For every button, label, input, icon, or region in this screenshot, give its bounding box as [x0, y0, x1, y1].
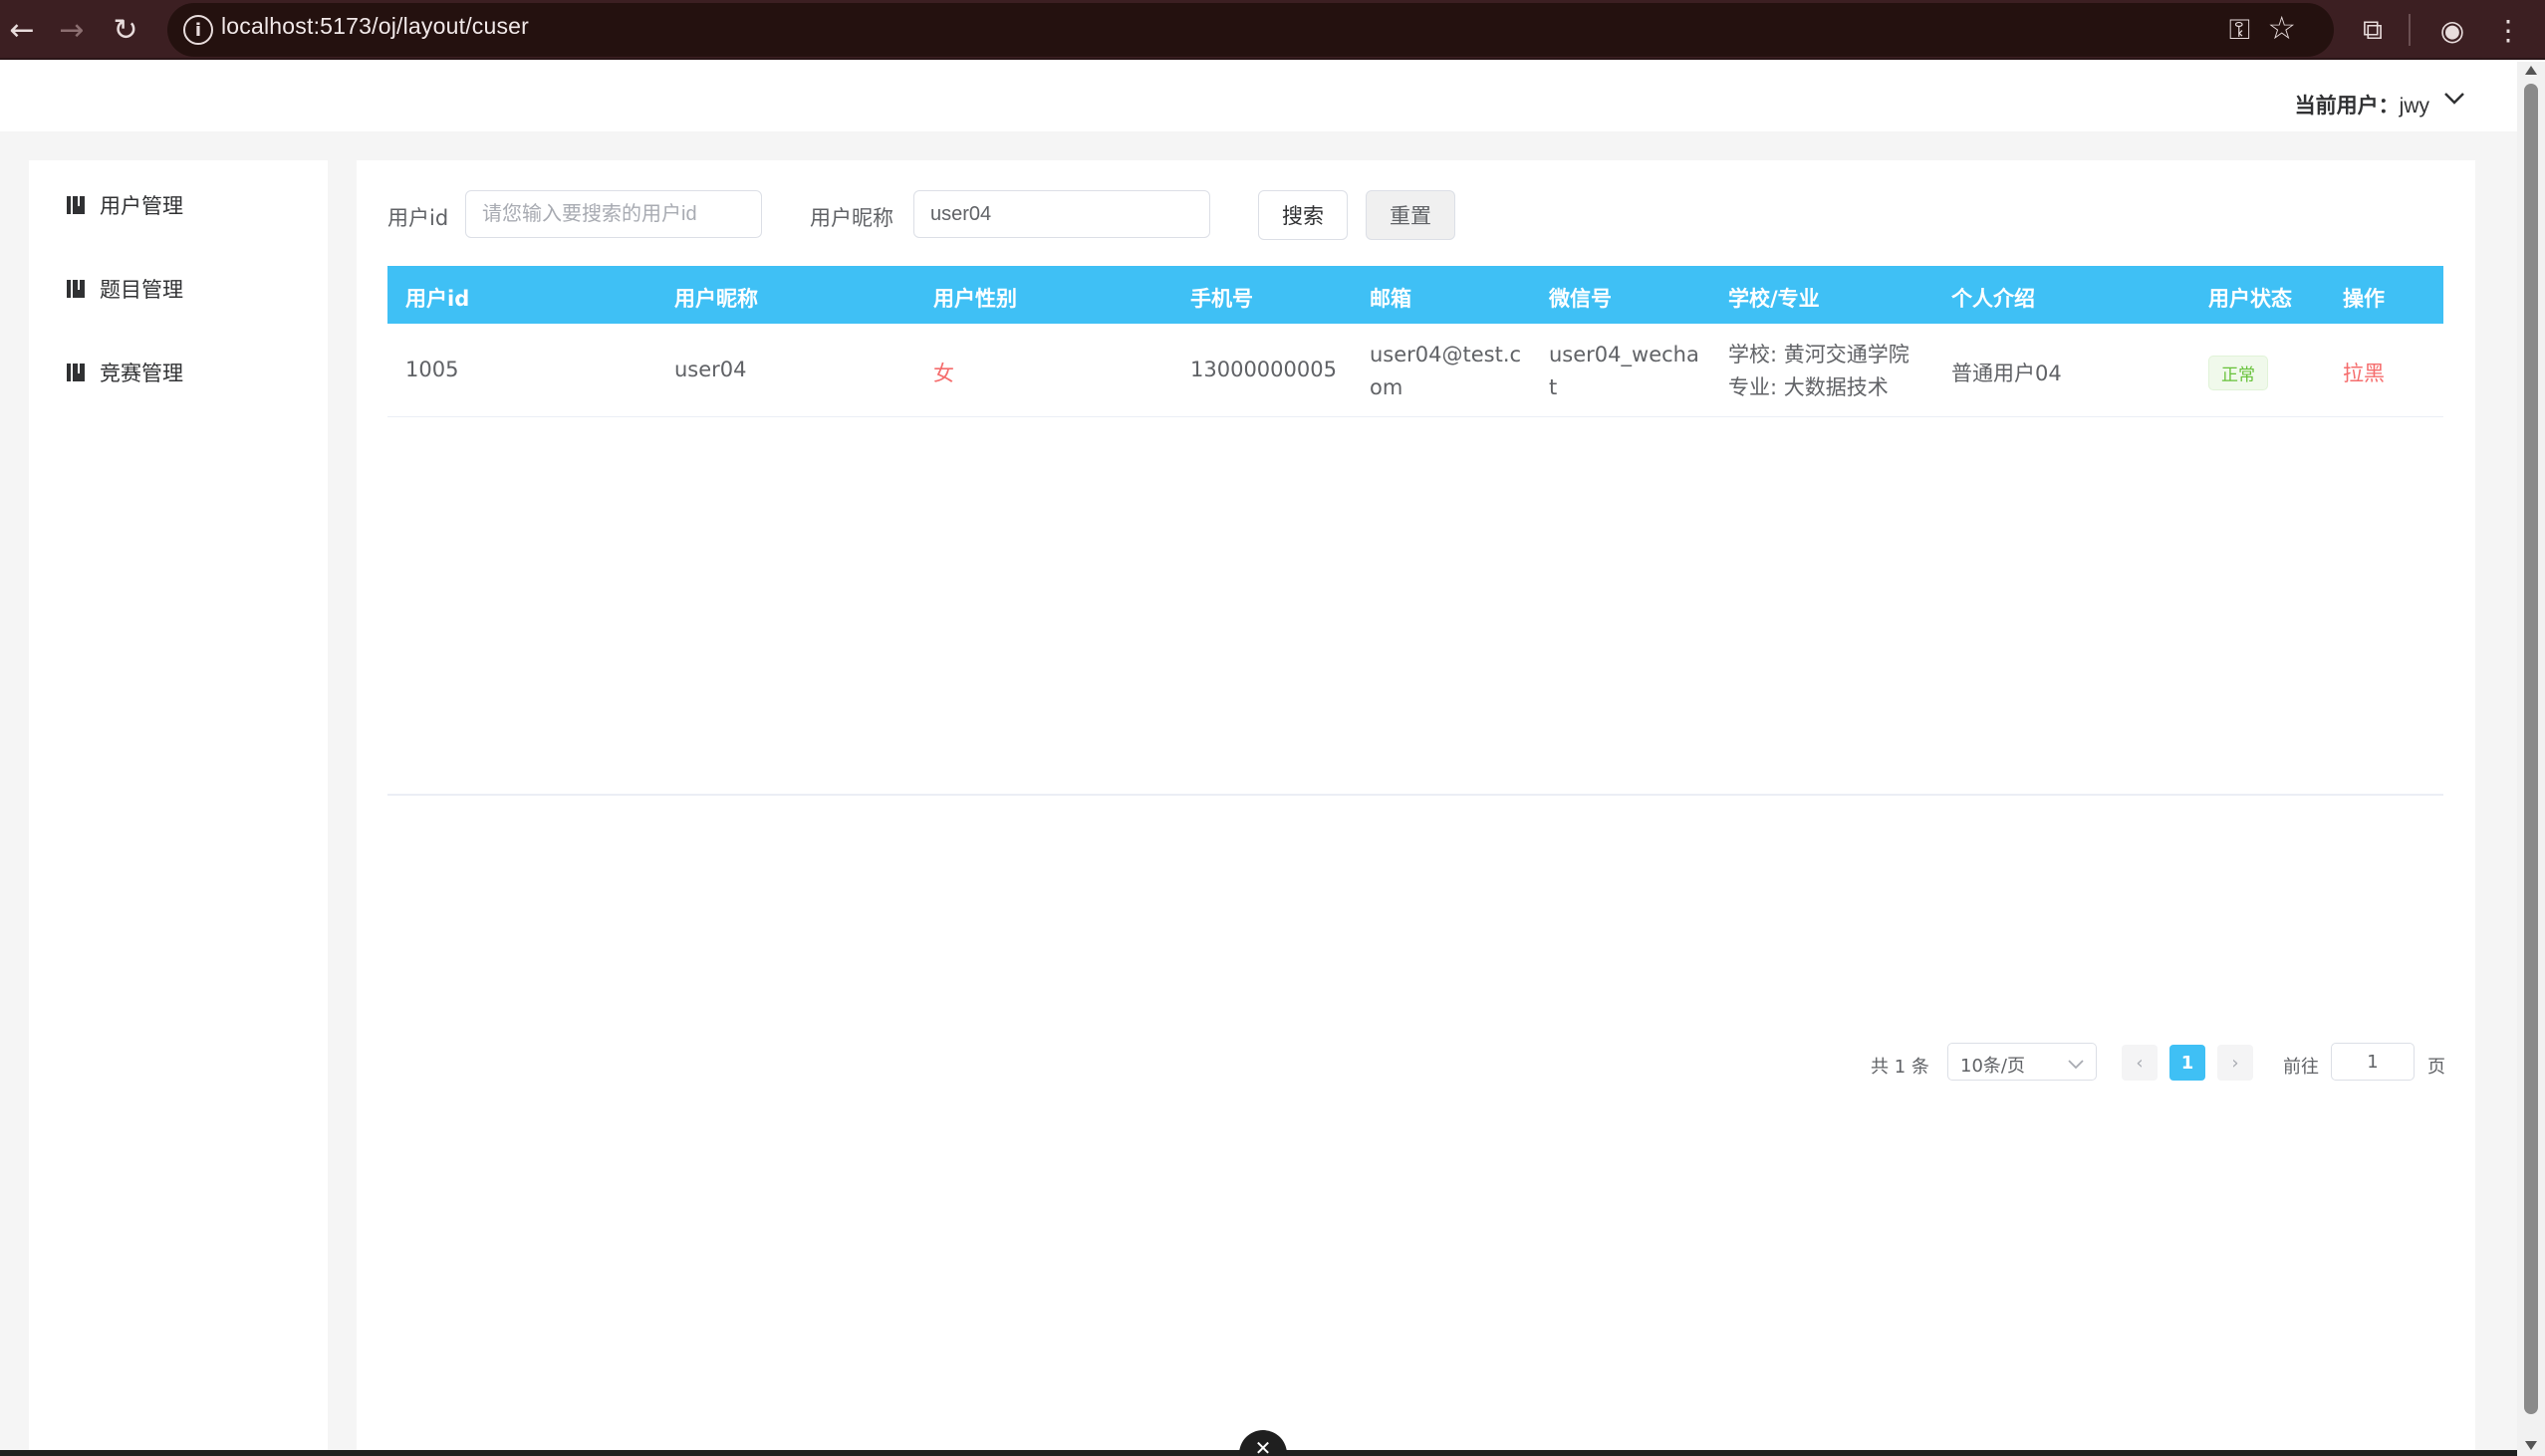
- toolbar-divider: [2409, 14, 2411, 46]
- browser-toolbar: ← → ↻ i localhost:5173/oj/layout/cuser ⚿…: [0, 0, 2545, 60]
- reload-icon[interactable]: ↻: [104, 8, 147, 52]
- cell-wechat-line: t: [1549, 375, 1558, 399]
- page-scrollbar[interactable]: [2517, 62, 2545, 1456]
- current-user[interactable]: 当前用户：jwy: [2295, 90, 2429, 120]
- cell-email: user04@test.c om: [1370, 339, 1521, 404]
- column-header: 个人介绍: [1951, 287, 2035, 311]
- cell-user-id: 1005: [405, 358, 459, 381]
- column-header: 操作: [2343, 287, 2385, 311]
- column-header: 邮箱: [1370, 287, 1411, 311]
- user-id-label: 用户id: [387, 206, 449, 230]
- status-badge: 正常: [2208, 356, 2268, 390]
- search-button[interactable]: 搜索: [1258, 190, 1348, 240]
- next-page-button[interactable]: ›: [2217, 1045, 2253, 1081]
- address-bar[interactable]: i localhost:5173/oj/layout/cuser ⚿ ☆: [167, 3, 2334, 57]
- goto-page-input[interactable]: 1: [2331, 1043, 2415, 1081]
- nickname-label: 用户昵称: [810, 206, 893, 230]
- reset-button[interactable]: 重置: [1366, 190, 1455, 240]
- pagination-total: 共 1 条: [1871, 1057, 1929, 1078]
- page-size-select[interactable]: 10条/页: [1947, 1043, 2097, 1081]
- cell-school-major: 学校: 黄河交通学院 专业: 大数据技术: [1728, 339, 1909, 404]
- sidebar-item-user-management[interactable]: 用户管理: [66, 190, 183, 220]
- sidebar-item-problem-management[interactable]: 题目管理: [66, 274, 183, 304]
- block-user-button[interactable]: 拉黑: [2343, 358, 2385, 387]
- forward-icon[interactable]: →: [50, 8, 94, 52]
- cell-phone: 13000000005: [1190, 358, 1337, 381]
- current-user-label: 当前用户：: [2294, 95, 2400, 118]
- scroll-thumb[interactable]: [2524, 84, 2538, 1414]
- column-header: 用户性别: [933, 287, 1017, 311]
- current-user-name: jwy: [2399, 95, 2429, 118]
- book-icon: [66, 363, 86, 382]
- pagination: 共 1 条 10条/页 ‹ 1 › 前往 1 页: [0, 1043, 2475, 1083]
- table-bottom-divider: [387, 794, 2443, 796]
- search-form: 用户id 用户昵称 搜索 重置: [387, 190, 2439, 240]
- user-id-input[interactable]: [465, 190, 762, 238]
- column-header: 微信号: [1549, 287, 1612, 311]
- sidebar: 用户管理 题目管理 竞赛管理: [29, 160, 328, 1456]
- cell-nickname: user04: [674, 358, 747, 381]
- user-table: 用户id 用户昵称 用户性别 手机号 邮箱 微信号 学校/专业 个人介绍 用户状…: [387, 266, 2443, 417]
- chevron-down-icon: [2068, 1054, 2084, 1075]
- cell-email-line: user04@test.c: [1370, 343, 1522, 366]
- sidebar-item-label: 用户管理: [100, 194, 183, 218]
- column-header: 用户昵称: [674, 287, 758, 311]
- table-row: 1005 user04 女 13000000005 user04@test.c …: [387, 324, 2443, 417]
- column-header: 用户id: [405, 287, 470, 311]
- sidebar-item-label: 题目管理: [100, 278, 183, 302]
- password-key-icon[interactable]: ⚿: [2229, 13, 2250, 47]
- goto-label: 前往: [2283, 1057, 2319, 1078]
- table-header: 用户id 用户昵称 用户性别 手机号 邮箱 微信号 学校/专业 个人介绍 用户状…: [387, 266, 2443, 324]
- book-icon: [66, 195, 86, 215]
- cell-intro: 普通用户04: [1951, 362, 2062, 385]
- main-content: 用户id 用户昵称 搜索 重置 用户id 用户昵称 用户性别 手机号 邮箱 微信…: [357, 160, 2475, 1456]
- sidebar-item-contest-management[interactable]: 竞赛管理: [66, 358, 183, 387]
- column-header: 学校/专业: [1728, 287, 1820, 311]
- column-header: 手机号: [1190, 287, 1253, 311]
- prev-page-button[interactable]: ‹: [2122, 1045, 2158, 1081]
- site-info-icon[interactable]: i: [183, 15, 213, 45]
- cell-wechat-line: user04_wecha: [1549, 343, 1699, 366]
- cell-wechat: user04_wecha t: [1549, 339, 1699, 404]
- book-icon: [66, 279, 86, 299]
- sidebar-item-label: 竞赛管理: [100, 362, 183, 385]
- cell-gender: 女: [933, 362, 954, 385]
- scroll-up-arrow-icon[interactable]: [2525, 66, 2537, 75]
- nickname-input[interactable]: [913, 190, 1210, 238]
- page-number-button[interactable]: 1: [2169, 1045, 2205, 1081]
- extensions-icon[interactable]: ⧉: [2351, 8, 2395, 52]
- profile-icon[interactable]: ◉: [2430, 8, 2474, 52]
- url-text: localhost:5173/oj/layout/cuser: [221, 13, 530, 39]
- cell-school: 学校: 黄河交通学院: [1728, 343, 1909, 366]
- page: 当前用户：jwy 用户管理 题目管理 竞赛管理 用户id 请您输入要搜索的用户i…: [0, 62, 2517, 1456]
- chevron-down-icon[interactable]: [2439, 84, 2469, 114]
- page-suffix: 页: [2427, 1057, 2445, 1078]
- column-header: 用户状态: [2208, 287, 2292, 311]
- top-header: 当前用户：jwy: [0, 62, 2517, 131]
- bookmark-star-icon[interactable]: ☆: [2267, 9, 2296, 47]
- scroll-down-arrow-icon[interactable]: [2525, 1441, 2537, 1450]
- cell-email-line: om: [1370, 375, 1403, 399]
- cell-major: 专业: 大数据技术: [1728, 375, 1889, 399]
- back-icon[interactable]: ←: [0, 8, 44, 52]
- more-menu-icon[interactable]: ⋮: [2486, 8, 2530, 52]
- page-size-value: 10条/页: [1960, 1056, 2025, 1077]
